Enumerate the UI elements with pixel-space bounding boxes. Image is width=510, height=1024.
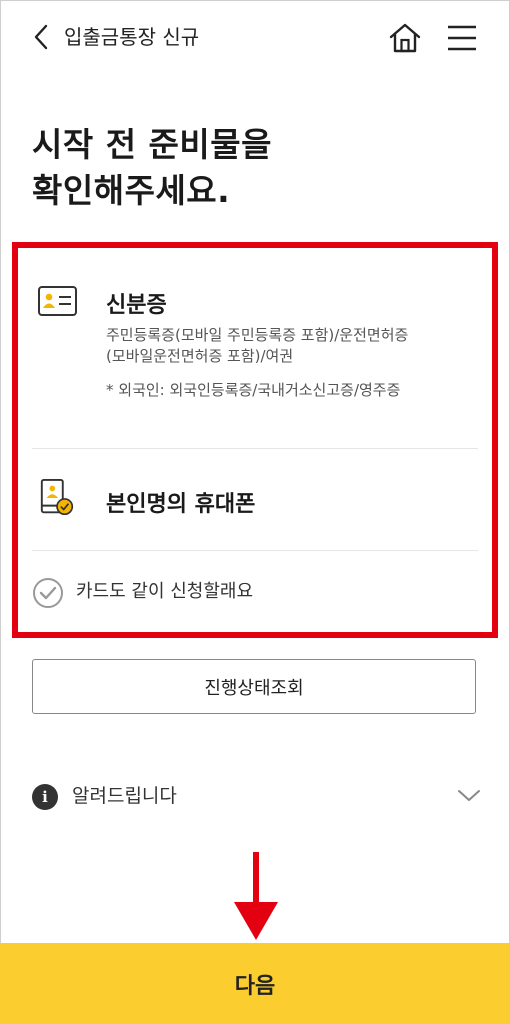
item-title-id: 신분증 [106,293,167,318]
divider [32,550,478,551]
page-title: 입출금통장 신규 [64,25,200,49]
hamburger-menu-icon[interactable] [446,24,478,52]
divider [32,448,478,449]
item-desc-foreigner: * 외국인: 외국인등록증/국내거소신고증/영주증 [106,381,401,399]
home-icon[interactable] [388,22,422,54]
card-option-label[interactable]: 카드도 같이 신청할래요 [76,578,253,606]
check-circle-icon[interactable] [32,577,64,609]
chevron-left-icon[interactable] [30,22,54,52]
phone-verified-icon [40,478,74,516]
id-card-icon [38,286,77,316]
notice-label[interactable]: 알려드립니다 [72,782,177,810]
status-inquiry-button[interactable]: 진행상태조회 [32,659,476,714]
arrow-down-icon [234,852,278,940]
info-icon: i [32,784,58,810]
chevron-down-icon[interactable] [456,784,482,806]
headline: 시작 전 준비물을 확인해주세요. [32,125,272,210]
next-button[interactable]: 다음 [0,943,510,1024]
item-title-phone: 본인명의 휴대폰 [106,492,256,517]
item-desc-id: 주민등록증(모바일 주민등록증 포함)/운전면허증(모바일운전면허증 포함)/여… [106,326,409,365]
